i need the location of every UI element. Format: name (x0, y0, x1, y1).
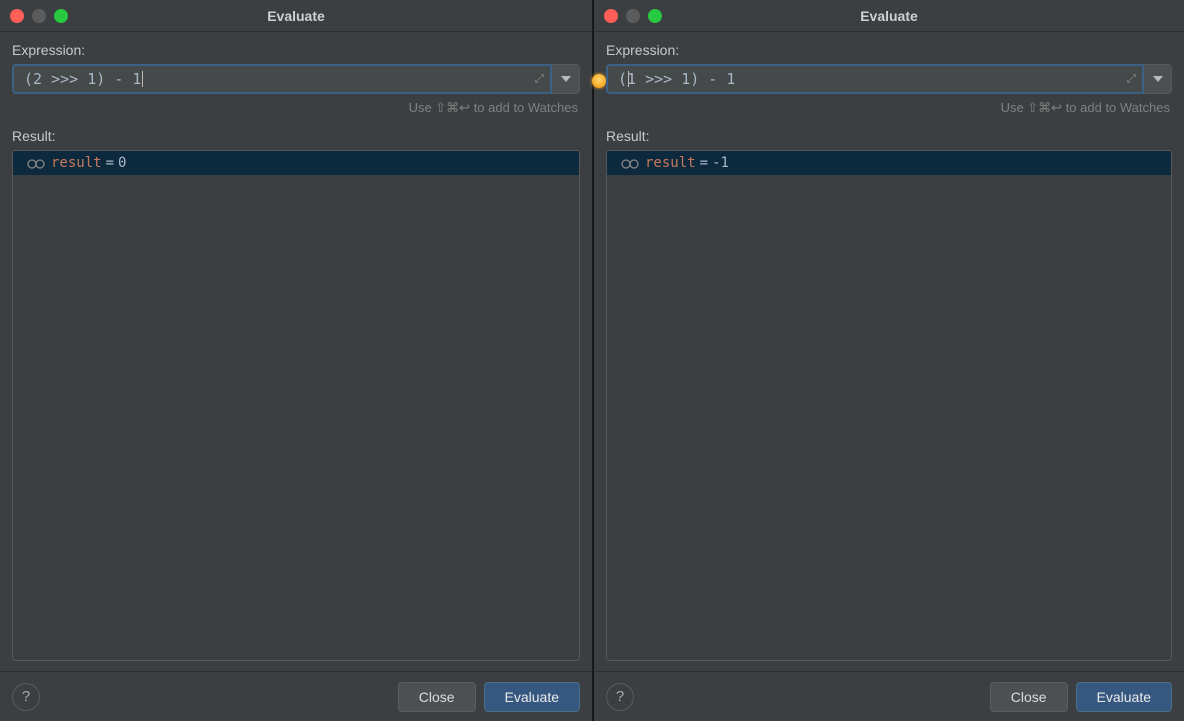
watches-hint: Use ⇧⌘↩ to add to Watches (12, 100, 578, 116)
help-button[interactable]: ? (12, 683, 40, 711)
window-title: Evaluate (594, 8, 1184, 24)
evaluate-dialog: Evaluate Expression: ⤢ Use ⇧⌘↩ to add to… (0, 0, 592, 721)
dialog-body: Expression: ⤢ Use ⇧⌘↩ to add to Watches … (0, 32, 592, 671)
evaluate-button[interactable]: Evaluate (484, 682, 580, 712)
close-button[interactable]: Close (398, 682, 476, 712)
help-button[interactable]: ? (606, 683, 634, 711)
window-controls (604, 9, 662, 23)
result-tree[interactable]: result = 0 (12, 150, 580, 661)
expression-row: ⤢ (12, 64, 580, 94)
close-button[interactable]: Close (990, 682, 1068, 712)
expression-row: ⤢ (606, 64, 1172, 94)
watch-icon (27, 157, 45, 169)
expression-label: Expression: (12, 42, 580, 58)
expression-wrap: ⤢ (12, 64, 552, 94)
dual-pane-container: Evaluate Expression: ⤢ Use ⇧⌘↩ to add to… (0, 0, 1184, 721)
titlebar: Evaluate (594, 0, 1184, 32)
watch-icon (621, 157, 639, 169)
text-caret (142, 71, 143, 87)
equals-sign: = (106, 155, 114, 171)
equals-sign: = (700, 155, 708, 171)
result-name: result (645, 155, 696, 171)
history-dropdown-button[interactable] (552, 64, 580, 94)
titlebar: Evaluate (0, 0, 592, 32)
window-maximize-icon[interactable] (648, 9, 662, 23)
result-label: Result: (606, 128, 1172, 144)
window-maximize-icon[interactable] (54, 9, 68, 23)
chevron-down-icon (1153, 76, 1163, 82)
evaluate-button[interactable]: Evaluate (1076, 682, 1172, 712)
result-value: 0 (118, 155, 126, 171)
expression-label: Expression: (606, 42, 1172, 58)
dialog-footer: ? Close Evaluate (0, 671, 592, 721)
result-label: Result: (12, 128, 580, 144)
result-tree[interactable]: result = -1 (606, 150, 1172, 661)
evaluate-dialog: Evaluate Expression: ⤢ Use ⇧⌘↩ to add to… (592, 0, 1184, 721)
intention-bulb-icon[interactable] (592, 74, 606, 88)
window-controls (10, 9, 68, 23)
result-value: -1 (712, 155, 729, 171)
expression-wrap: ⤢ (606, 64, 1144, 94)
window-minimize-icon[interactable] (626, 9, 640, 23)
result-name: result (51, 155, 102, 171)
result-row[interactable]: result = 0 (13, 151, 579, 175)
text-caret (628, 71, 629, 87)
result-row[interactable]: result = -1 (607, 151, 1171, 175)
chevron-down-icon (561, 76, 571, 82)
history-dropdown-button[interactable] (1144, 64, 1172, 94)
window-close-icon[interactable] (604, 9, 618, 23)
watches-hint: Use ⇧⌘↩ to add to Watches (606, 100, 1170, 116)
window-close-icon[interactable] (10, 9, 24, 23)
dialog-body: Expression: ⤢ Use ⇧⌘↩ to add to Watches … (594, 32, 1184, 671)
expression-input[interactable] (606, 64, 1144, 94)
expression-input[interactable] (12, 64, 552, 94)
window-minimize-icon[interactable] (32, 9, 46, 23)
window-title: Evaluate (0, 8, 592, 24)
dialog-footer: ? Close Evaluate (594, 671, 1184, 721)
